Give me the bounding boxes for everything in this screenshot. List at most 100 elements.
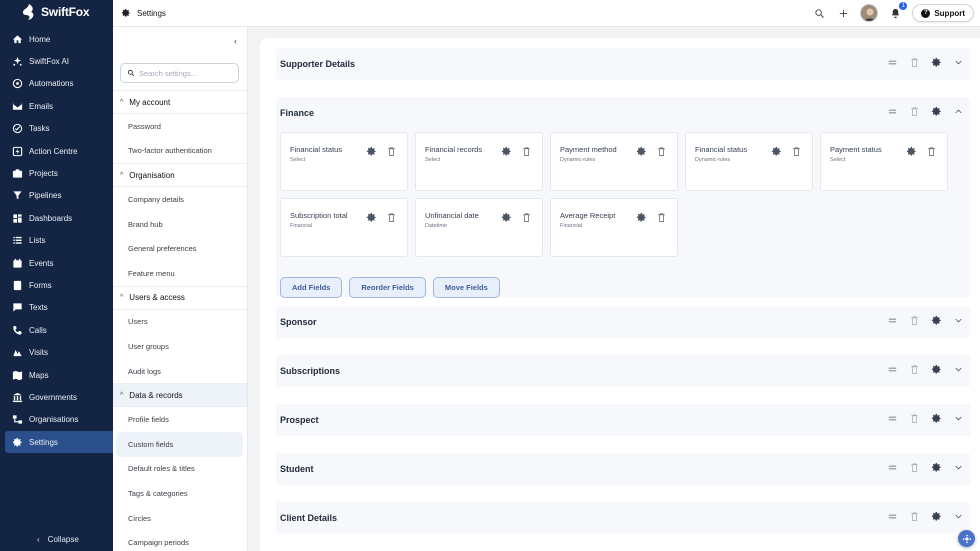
settings-item[interactable]: Company details bbox=[113, 187, 247, 212]
gear-icon[interactable] bbox=[366, 212, 377, 225]
trash-icon[interactable] bbox=[909, 413, 920, 426]
gear-icon[interactable] bbox=[931, 315, 942, 328]
group-header[interactable]: Supporter Details bbox=[276, 48, 970, 80]
settings-item[interactable]: Profile fields bbox=[113, 407, 247, 432]
group-header[interactable]: Client Details bbox=[276, 502, 970, 534]
chevron-down-icon[interactable] bbox=[953, 511, 964, 524]
settings-item[interactable]: Default roles & titles bbox=[113, 457, 247, 482]
field-card[interactable]: Unfinancial date Datetime bbox=[415, 198, 543, 257]
nav-item-automations[interactable]: Automations bbox=[0, 73, 113, 95]
nav-item-swiftfox-ai[interactable]: SwiftFox AI bbox=[0, 50, 113, 72]
trash-icon[interactable] bbox=[909, 106, 920, 119]
nav-item-calls[interactable]: Calls bbox=[0, 319, 113, 341]
chevron-down-icon[interactable] bbox=[953, 315, 964, 328]
nav-item-pipelines[interactable]: Pipelines bbox=[0, 185, 113, 207]
nav-item-governments[interactable]: Governments bbox=[0, 386, 113, 408]
trash-icon[interactable] bbox=[791, 146, 802, 159]
drag-handle-icon[interactable] bbox=[887, 364, 898, 377]
trash-icon[interactable] bbox=[656, 212, 667, 225]
trash-icon[interactable] bbox=[909, 57, 920, 70]
trash-icon[interactable] bbox=[656, 146, 667, 159]
add-button[interactable] bbox=[836, 6, 850, 20]
brand[interactable]: SwiftFox bbox=[0, 0, 113, 24]
collapse-button[interactable]: ‹ Collapse bbox=[37, 535, 79, 544]
drag-handle-icon[interactable] bbox=[887, 511, 898, 524]
support-button[interactable]: ? Support bbox=[912, 4, 974, 22]
gear-icon[interactable] bbox=[771, 146, 782, 159]
drag-handle-icon[interactable] bbox=[887, 462, 898, 475]
avatar[interactable] bbox=[860, 4, 879, 22]
section-header[interactable]: ^ Users & access bbox=[113, 285, 247, 310]
gear-icon[interactable] bbox=[931, 511, 942, 524]
nav-item-home[interactable]: Home bbox=[0, 28, 113, 50]
nav-item-maps[interactable]: Maps bbox=[0, 364, 113, 386]
field-card[interactable]: Subscription total Financial bbox=[280, 198, 408, 257]
settings-item[interactable]: Users bbox=[113, 310, 247, 335]
nav-item-tasks[interactable]: Tasks bbox=[0, 118, 113, 140]
settings-item[interactable]: Custom fields bbox=[116, 431, 243, 457]
trash-icon[interactable] bbox=[909, 511, 920, 524]
drag-handle-icon[interactable] bbox=[887, 413, 898, 426]
group-header[interactable]: Prospect bbox=[276, 404, 970, 436]
settings-item[interactable]: User groups bbox=[113, 334, 247, 359]
field-card[interactable]: Payment status Select bbox=[820, 132, 948, 191]
nav-item-lists[interactable]: Lists bbox=[0, 230, 113, 252]
gear-icon[interactable] bbox=[366, 146, 377, 159]
nav-item-texts[interactable]: Texts bbox=[0, 297, 113, 319]
settings-item[interactable]: Two-factor authentication bbox=[113, 139, 247, 164]
settings-item[interactable]: Feature menu bbox=[113, 261, 247, 286]
group-header[interactable]: Sponsor bbox=[276, 306, 970, 338]
drag-handle-icon[interactable] bbox=[887, 106, 898, 119]
chevron-down-icon[interactable] bbox=[953, 57, 964, 70]
trash-icon[interactable] bbox=[909, 315, 920, 328]
nav-item-events[interactable]: Events bbox=[0, 252, 113, 274]
gear-icon[interactable] bbox=[931, 57, 942, 70]
trash-icon[interactable] bbox=[386, 146, 397, 159]
nav-item-dashboards[interactable]: Dashboards bbox=[0, 207, 113, 229]
nav-item-settings[interactable]: Settings bbox=[5, 431, 113, 454]
section-header[interactable]: ^ My account bbox=[113, 90, 247, 114]
group-header[interactable]: Subscriptions bbox=[276, 355, 970, 387]
nav-item-organisations[interactable]: Organisations bbox=[0, 409, 113, 431]
trash-icon[interactable] bbox=[926, 146, 937, 159]
trash-icon[interactable] bbox=[909, 462, 920, 475]
move-fields-button[interactable]: Move Fields bbox=[432, 277, 500, 298]
gear-icon[interactable] bbox=[931, 364, 942, 377]
settings-search[interactable] bbox=[120, 63, 239, 83]
field-card[interactable]: Payment method Dynamic-rules bbox=[550, 132, 678, 191]
settings-item[interactable]: General preferences bbox=[113, 236, 247, 261]
settings-item[interactable]: Circles bbox=[113, 506, 247, 531]
gear-icon[interactable] bbox=[931, 413, 942, 426]
field-card[interactable]: Financial status Dynamic-rules bbox=[685, 132, 813, 191]
drag-handle-icon[interactable] bbox=[887, 315, 898, 328]
nav-item-forms[interactable]: Forms bbox=[0, 274, 113, 296]
nav-item-projects[interactable]: Projects bbox=[0, 162, 113, 184]
gear-icon[interactable] bbox=[906, 146, 917, 159]
settings-search-input[interactable] bbox=[139, 68, 234, 78]
trash-icon[interactable] bbox=[521, 212, 532, 225]
gear-icon[interactable] bbox=[931, 462, 942, 475]
chevron-down-icon[interactable] bbox=[953, 413, 964, 426]
settings-item[interactable]: Audit logs bbox=[113, 359, 247, 384]
assistant-button[interactable] bbox=[958, 530, 975, 547]
section-header[interactable]: ^ Data & records bbox=[113, 383, 247, 408]
nav-item-action-centre[interactable]: Action Centre bbox=[0, 140, 113, 162]
reorder-fields-button[interactable]: Reorder Fields bbox=[349, 277, 426, 298]
trash-icon[interactable] bbox=[386, 212, 397, 225]
trash-icon[interactable] bbox=[909, 364, 920, 377]
field-card[interactable]: Financial status Select bbox=[280, 132, 408, 191]
gear-icon[interactable] bbox=[636, 212, 647, 225]
search-button[interactable] bbox=[812, 6, 826, 20]
drag-handle-icon[interactable] bbox=[887, 57, 898, 70]
collapse-panel-icon[interactable]: ‹ bbox=[234, 36, 237, 46]
trash-icon[interactable] bbox=[521, 146, 532, 159]
chevron-down-icon[interactable] bbox=[953, 364, 964, 377]
chevron-up-icon[interactable] bbox=[953, 106, 964, 119]
settings-item[interactable]: Tags & categories bbox=[113, 481, 247, 506]
gear-icon[interactable] bbox=[931, 106, 942, 119]
group-header[interactable]: Student bbox=[276, 453, 970, 485]
gear-icon[interactable] bbox=[501, 212, 512, 225]
gear-icon[interactable] bbox=[501, 146, 512, 159]
settings-item[interactable]: Campaign periods bbox=[113, 530, 247, 551]
field-card[interactable]: Average Receipt Financial bbox=[550, 198, 678, 257]
